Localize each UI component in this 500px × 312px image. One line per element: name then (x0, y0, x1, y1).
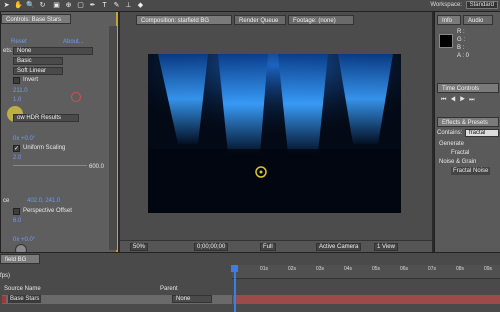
perspective-offset-checkbox[interactable] (13, 208, 20, 215)
camera-dropdown[interactable]: Active Camera (316, 243, 362, 251)
playhead-handle[interactable] (231, 265, 238, 272)
right-panels: Info Audio R : G : B : A : 0 Time Contro… (434, 12, 500, 252)
cursor-ring (71, 92, 81, 102)
current-time[interactable]: 0;00;00;00 (194, 243, 229, 251)
workspace-selector[interactable]: Workspace: Standard (430, 1, 498, 9)
tab-effect-controls[interactable]: Controls: Base Stars (1, 14, 71, 24)
parent-dropdown[interactable]: None (172, 295, 212, 303)
composition-panel: Composition: starfield BG Render Queue F… (120, 12, 432, 252)
current-time-indicator[interactable] (234, 265, 236, 312)
scale-value[interactable]: 2.0 (13, 154, 21, 162)
timeline-panel: field BG fps) Source Name Parent Base St… (0, 252, 500, 312)
hand-tool-icon[interactable]: ✋ (14, 1, 23, 10)
complexity-value[interactable]: 6.0 (13, 217, 21, 225)
noise-type-dropdown[interactable]: Soft Linear (13, 67, 63, 75)
resolution-dropdown[interactable]: Full (260, 243, 276, 251)
tick-label: 04s (344, 266, 353, 272)
tab-effects-presets[interactable]: Effects & Presets (437, 117, 499, 127)
effect-fractal[interactable]: Fractal (451, 149, 469, 157)
view-layout-dropdown[interactable]: 1 View (374, 243, 398, 251)
pan-tool-icon[interactable]: ⊕ (64, 1, 73, 10)
effect-fractal-noise[interactable]: Fractal Noise (451, 167, 491, 175)
tick-label: 03s (316, 266, 325, 272)
tab-footage[interactable]: Footage: (none) (288, 15, 354, 25)
invert-checkbox[interactable] (13, 77, 20, 84)
sub-rotation-value[interactable]: 0x +0.0° (13, 236, 35, 244)
color-swatch (439, 34, 453, 48)
tick-label: 07s (428, 266, 437, 272)
composition-footer: 50% 0;00;00;00 Full Active Camera 1 View (120, 240, 432, 252)
presets-label: ets: (3, 48, 13, 54)
rotate-tool-icon[interactable]: ↻ (38, 1, 47, 10)
scrollbar[interactable] (109, 26, 117, 250)
info-g: G : (457, 37, 466, 43)
composition-render (148, 54, 401, 213)
scale-max-value: 600.0 (89, 164, 105, 170)
tick-label: 06s (400, 266, 409, 272)
parent-header: Parent (160, 286, 178, 292)
offset-value[interactable]: 402.0, 241.0 (27, 197, 60, 205)
tab-render-queue[interactable]: Render Queue (234, 15, 286, 25)
overflow-dropdown[interactable]: ow HDR Results (13, 114, 79, 122)
rotation-value[interactable]: 0x +0.0° (13, 135, 35, 143)
tick-label: 05s (372, 266, 381, 272)
uniform-scaling-checkbox[interactable]: ✓ (13, 145, 20, 152)
contains-label: Contains: (437, 130, 463, 136)
tick-label: 08s (456, 266, 465, 272)
tab-composition[interactable]: Composition: starfield BG (136, 15, 232, 25)
brightness-value[interactable]: 1.0 (13, 96, 21, 104)
zoom-tool-icon[interactable]: 🔍 (26, 1, 35, 10)
offset-label: ce (3, 198, 10, 204)
about-link[interactable]: About... (63, 38, 84, 46)
info-b: B : (457, 45, 465, 51)
source-name-header: Source Name (4, 286, 41, 292)
scale-slider-track[interactable] (13, 165, 87, 166)
category-noise-grain[interactable]: Noise & Grain (439, 158, 476, 166)
tab-audio[interactable]: Audio (463, 15, 493, 25)
pen-tool-icon[interactable]: ✒ (88, 1, 97, 10)
top-toolbar: ➤ ✋ 🔍 ↻ ▣ ⊕ ▢ ✒ T ✎ ⊥ ◆ Workspace: Stand… (0, 0, 500, 12)
effects-search-input[interactable]: fractal (465, 129, 499, 137)
zoom-dropdown[interactable]: 50% (130, 243, 149, 251)
tab-info[interactable]: Info (437, 15, 461, 25)
layer-label-color (2, 296, 6, 303)
effect-controls-panel: Controls: Base Stars Reset About... ets:… (0, 12, 118, 256)
tick-label: 02s (288, 266, 297, 272)
text-tool-icon[interactable]: T (100, 1, 109, 10)
stamp-tool-icon[interactable]: ⊥ (124, 1, 133, 10)
tab-timeline[interactable]: field BG (0, 254, 40, 264)
workspace-value[interactable]: Standard (465, 1, 498, 9)
workspace-label: Workspace: (430, 2, 462, 8)
info-a: A : 0 (457, 53, 470, 59)
fps-label: fps) (0, 273, 11, 279)
playback-controls[interactable]: ⏮◀▶⏭ (441, 96, 479, 104)
layer-duration-bar[interactable] (233, 295, 500, 304)
tab-time-controls[interactable]: Time Controls (437, 83, 499, 93)
invert-label: Invert (23, 77, 39, 83)
eraser-tool-icon[interactable]: ◆ (136, 1, 145, 10)
reset-link[interactable]: Reset (11, 38, 27, 46)
contrast-value[interactable]: 211.0 (13, 87, 28, 95)
fractal-type-dropdown[interactable]: Basic (13, 57, 63, 65)
composition-viewer[interactable] (148, 54, 401, 213)
camera-tool-icon[interactable]: ▣ (52, 1, 61, 10)
uniform-scaling-label: Uniform Scaling (23, 145, 66, 151)
mask-tool-icon[interactable]: ▢ (76, 1, 85, 10)
arrow-tool-icon[interactable]: ➤ (2, 1, 11, 10)
time-ruler[interactable]: 01s 02s 03s 04s 05s 06s 07s 08s 09s (232, 265, 500, 279)
brush-tool-icon[interactable]: ✎ (112, 1, 121, 10)
presets-dropdown[interactable]: None (13, 47, 93, 55)
tick-label: 01s (260, 266, 269, 272)
tick-label: 09s (484, 266, 493, 272)
layer-name[interactable]: Base Stars (8, 295, 42, 303)
perspective-offset-label: Perspective Offset (23, 208, 72, 214)
info-r: R : (457, 29, 465, 35)
category-generate[interactable]: Generate (439, 140, 464, 148)
